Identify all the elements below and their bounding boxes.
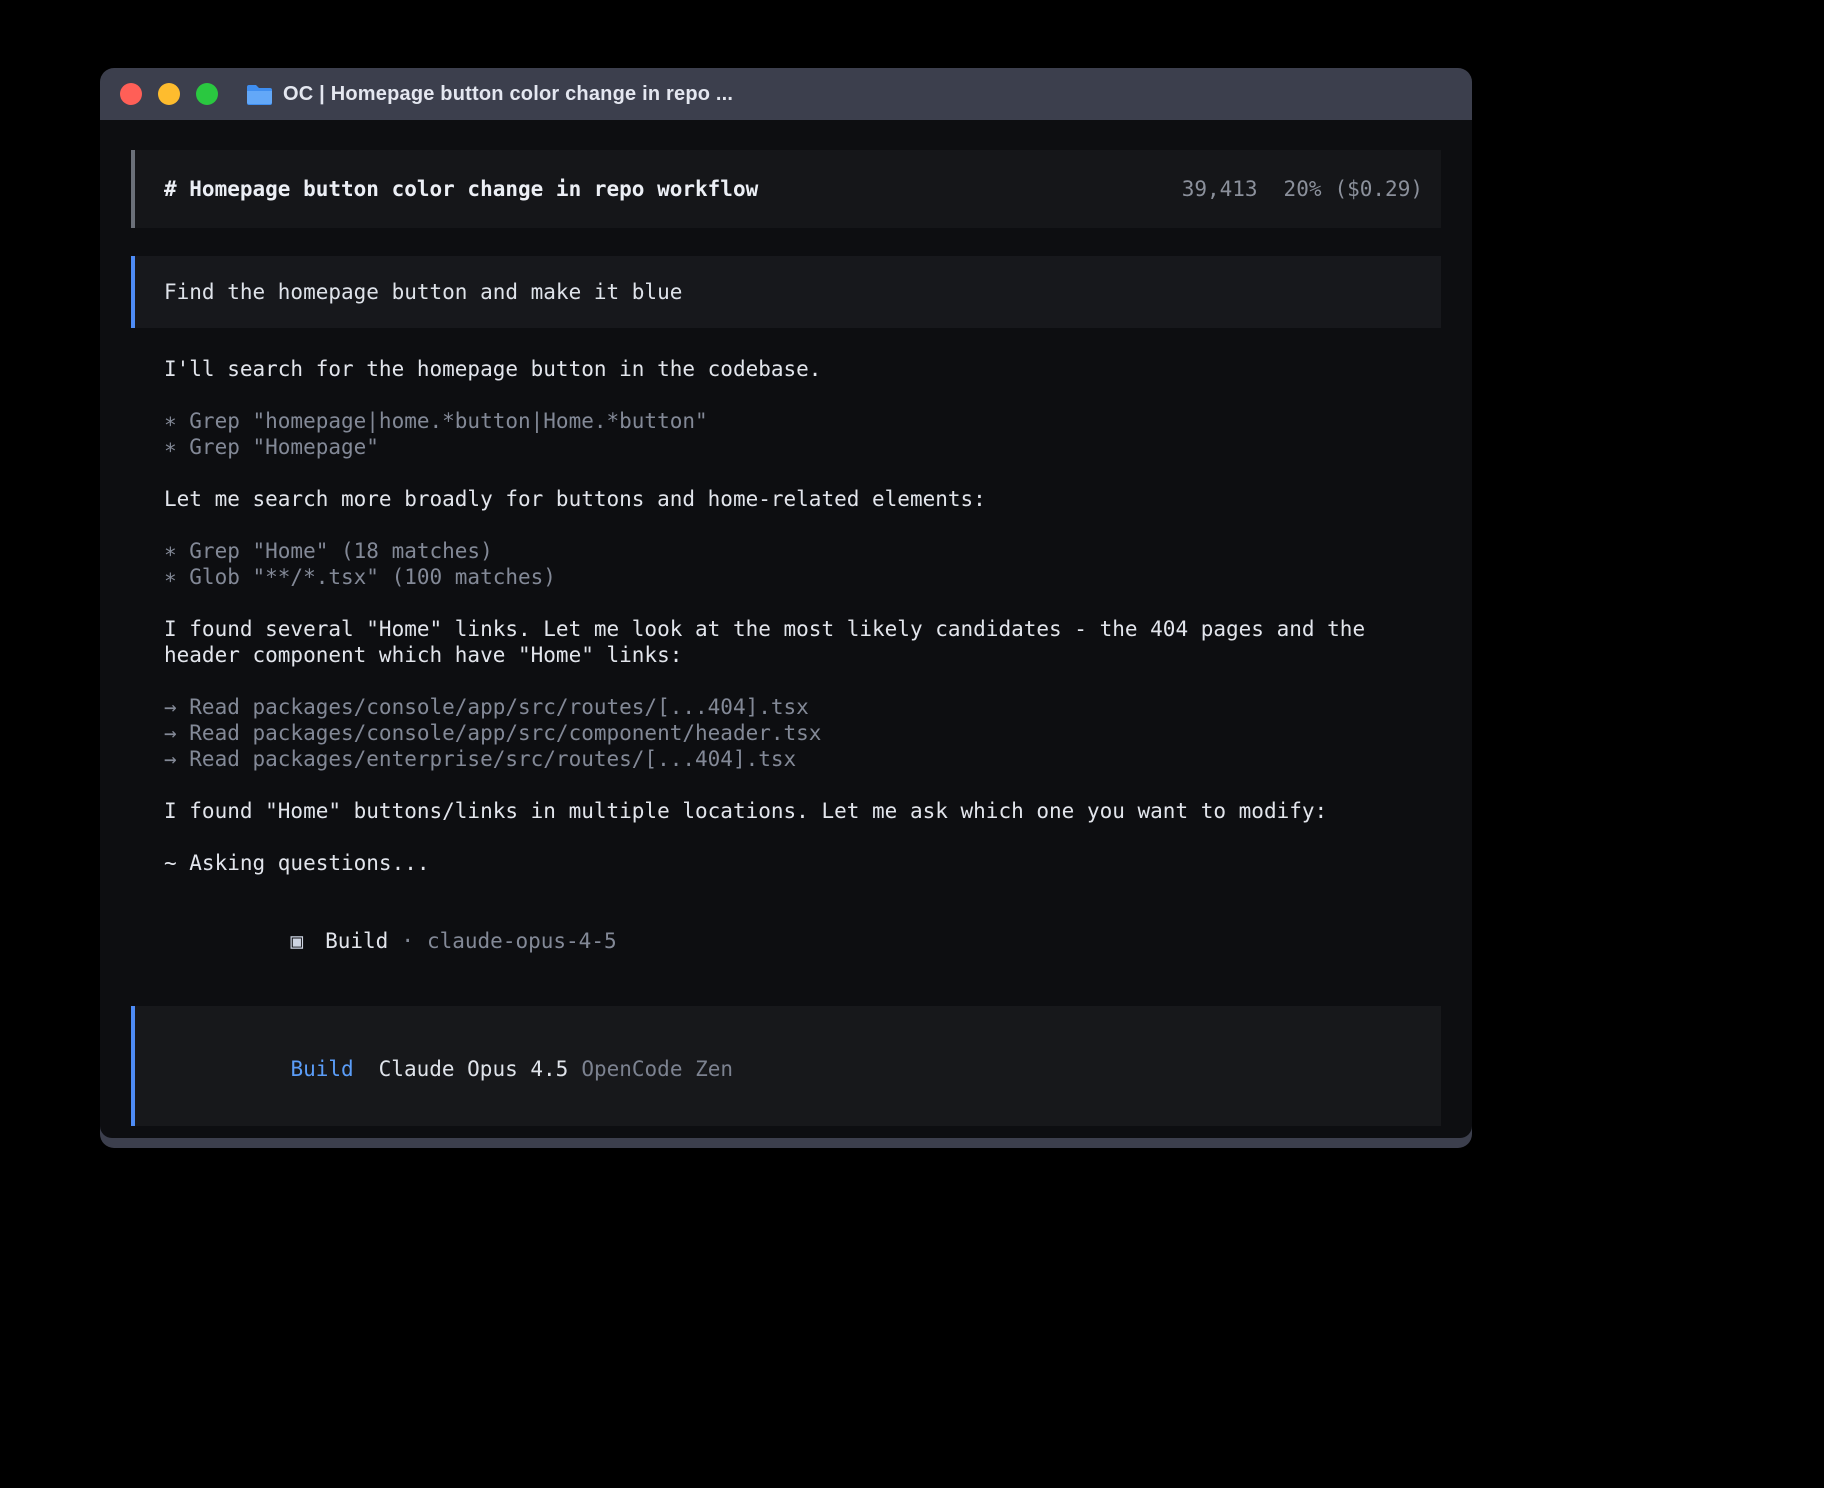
transcript-line: header component which have "Home" links…: [164, 642, 1441, 668]
status-asking-questions: ~ Asking questions...: [164, 850, 1441, 876]
active-agent-label: Build: [290, 1057, 353, 1081]
status-bar: ········ esc interrupt ctrl+tvariants ta…: [131, 1136, 1441, 1138]
window-title: OC | Homepage button color change in rep…: [283, 83, 733, 106]
token-count: 39,413: [1182, 177, 1258, 201]
session-cost: ($0.29): [1334, 177, 1423, 201]
traffic-lights: [120, 83, 218, 105]
tool-call-grep: ∗ Grep "Homepage": [164, 434, 1441, 460]
session-stats: 39,413 20% ($0.29): [1182, 176, 1423, 202]
agent-name: Build: [325, 929, 388, 953]
tool-call-read: → Read packages/enterprise/src/routes/[.…: [164, 746, 1441, 772]
assistant-transcript: I'll search for the homepage button in t…: [164, 356, 1441, 980]
close-button[interactable]: [120, 83, 142, 105]
transcript-line: Let me search more broadly for buttons a…: [164, 486, 1441, 512]
separator-dot: ·: [401, 929, 414, 953]
transcript-line: I found "Home" buttons/links in multiple…: [164, 798, 1441, 824]
model-info-row: Build Claude Opus 4.5 OpenCode Zen: [164, 1030, 1412, 1108]
user-message: Find the homepage button and make it blu…: [131, 256, 1441, 328]
agent-icon: ▣: [290, 929, 303, 953]
window-titlebar[interactable]: OC | Homepage button color change in rep…: [100, 68, 1472, 120]
zoom-button[interactable]: [196, 83, 218, 105]
context-percent: 20%: [1284, 177, 1322, 201]
folder-icon: [246, 84, 273, 105]
agent-model: claude-opus-4-5: [427, 929, 617, 953]
progress-dots: ········: [137, 1137, 246, 1138]
tool-call-glob: ∗ Glob "**/*.tsx" (100 matches): [164, 564, 1441, 590]
minimize-button[interactable]: [158, 83, 180, 105]
keybind-variants: ctrl+tvariants: [854, 1137, 1044, 1138]
status-bar-left: ········ esc interrupt: [137, 1137, 435, 1138]
tool-call-read: → Read packages/console/app/src/routes/[…: [164, 694, 1441, 720]
session-content: # Homepage button color change in repo w…: [100, 120, 1472, 1138]
tool-call-read: → Read packages/console/app/src/componen…: [164, 720, 1441, 746]
session-header: # Homepage button color change in repo w…: [131, 150, 1441, 228]
agent-status-row: ▣ Build · claude-opus-4-5: [164, 902, 1441, 980]
provider-label: OpenCode Zen: [581, 1057, 733, 1081]
terminal-window: OC | Homepage button color change in rep…: [100, 68, 1472, 1148]
status-bar-right: ctrl+tvariants tabagents ctrl+pcommands: [854, 1137, 1441, 1138]
active-model-label: Claude Opus 4.5: [379, 1057, 569, 1081]
esc-key-label: interrupt: [321, 1137, 435, 1138]
tool-call-grep: ∗ Grep "Home" (18 matches): [164, 538, 1441, 564]
keybind-agents: tabagents: [1084, 1137, 1211, 1138]
esc-key-hint: esc: [270, 1137, 308, 1138]
terminal-screen: # Homepage button color change in repo w…: [100, 120, 1472, 1138]
prompt-input[interactable]: Build Claude Opus 4.5 OpenCode Zen: [131, 1006, 1441, 1126]
keybind-commands: ctrl+pcommands: [1251, 1137, 1441, 1138]
user-message-text: Find the homepage button and make it blu…: [164, 279, 682, 305]
tool-call-grep: ∗ Grep "homepage|home.*button|Home.*butt…: [164, 408, 1441, 434]
transcript-line: I'll search for the homepage button in t…: [164, 356, 1441, 382]
session-title: # Homepage button color change in repo w…: [164, 176, 758, 202]
transcript-line: I found several "Home" links. Let me loo…: [164, 616, 1441, 642]
